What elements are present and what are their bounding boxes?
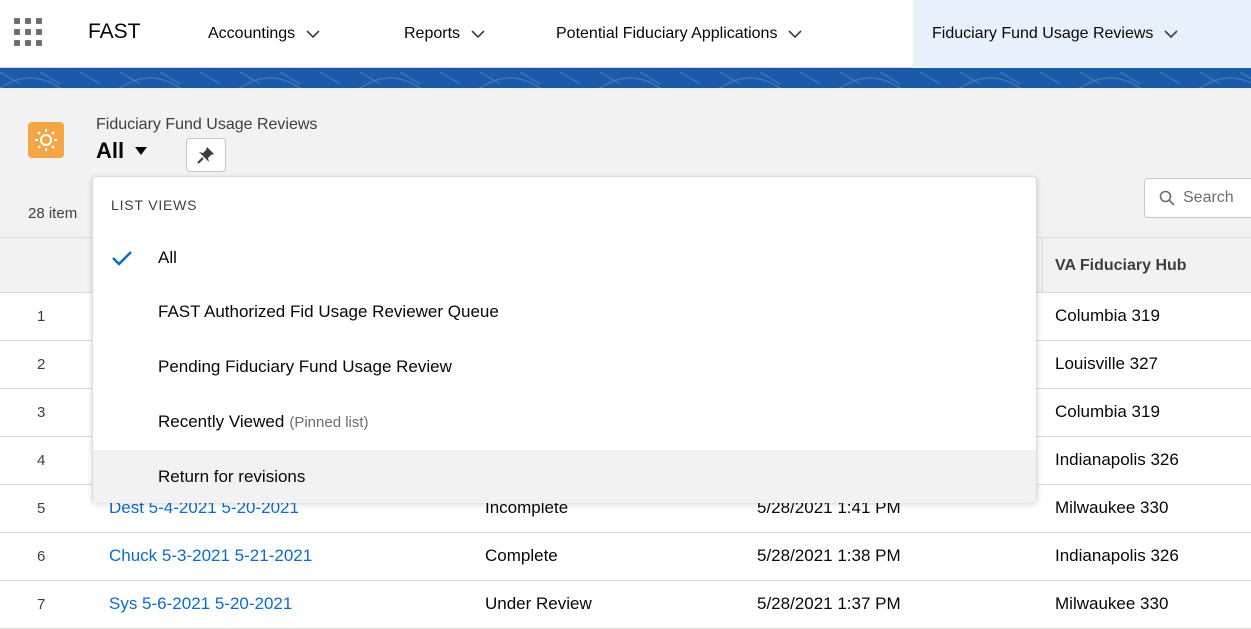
pinned-list-note: (Pinned list) bbox=[289, 413, 369, 431]
option-label-wrap: Recently Viewed (Pinned list) bbox=[158, 412, 369, 432]
option-label: Recently Viewed bbox=[158, 411, 285, 431]
chevron-down-icon[interactable] bbox=[305, 26, 321, 42]
option-label: Return for revisions bbox=[158, 466, 306, 486]
nav-item-potential-fiduciary-applications[interactable]: Potential Fiduciary Applications bbox=[556, 0, 803, 68]
list-view-option-recently-viewed[interactable]: Recently Viewed (Pinned list) bbox=[93, 395, 1036, 448]
record-name-link[interactable]: Sys 5-6-2021 5-20-2021 bbox=[109, 594, 292, 614]
search-placeholder: Search bbox=[1183, 189, 1234, 206]
global-navigation: FAST Accountings Reports Potential Fiduc… bbox=[0, 0, 1251, 68]
record-name-link[interactable]: Chuck 5-3-2021 5-21-2021 bbox=[109, 546, 312, 566]
nav-item-reports[interactable]: Reports bbox=[404, 0, 486, 68]
chevron-down-icon[interactable] bbox=[1163, 26, 1179, 42]
pin-list-button[interactable] bbox=[186, 138, 226, 172]
hub-cell: Columbia 319 bbox=[1055, 402, 1160, 421]
dropdown-heading: LIST VIEWS bbox=[111, 197, 198, 213]
nav-item-label: Potential Fiduciary Applications bbox=[556, 25, 778, 42]
hub-cell: Milwaukee 330 bbox=[1055, 594, 1169, 613]
list-view-option-pending-review[interactable]: Pending Fiduciary Fund Usage Review bbox=[93, 340, 1036, 393]
row-number: 3 bbox=[37, 404, 46, 421]
hub-cell: Milwaukee 330 bbox=[1055, 498, 1169, 517]
status-cell: Under Review bbox=[485, 594, 592, 613]
row-number: 2 bbox=[37, 356, 46, 373]
row-number: 6 bbox=[37, 548, 46, 565]
option-label: FAST Authorized Fid Usage Reviewer Queue bbox=[158, 301, 499, 321]
app-launcher-icon[interactable] bbox=[14, 18, 44, 48]
list-views-dropdown: LIST VIEWS All FAST Authorized Fid Usage… bbox=[92, 176, 1037, 503]
option-label: All bbox=[158, 247, 177, 267]
search-icon bbox=[1159, 190, 1175, 206]
chevron-down-icon[interactable] bbox=[470, 26, 486, 42]
item-count: 28 item bbox=[28, 205, 78, 222]
chevron-down-icon[interactable] bbox=[787, 26, 803, 42]
view-name-label: All bbox=[96, 138, 125, 163]
date-cell: 5/28/2021 1:38 PM bbox=[757, 546, 901, 565]
list-view-selector[interactable]: All bbox=[96, 138, 148, 164]
checkmark-icon bbox=[112, 251, 132, 266]
list-view-option-return-for-revisions[interactable]: Return for revisions bbox=[93, 450, 1036, 503]
nav-item-fiduciary-fund-usage-reviews[interactable]: Fiduciary Fund Usage Reviews bbox=[913, 0, 1251, 68]
nav-item-accountings[interactable]: Accountings bbox=[208, 0, 321, 68]
table-row: 6 Chuck 5-3-2021 5-21-2021 Complete 5/28… bbox=[0, 533, 1251, 581]
row-number: 4 bbox=[37, 452, 46, 469]
search-input[interactable]: Search bbox=[1144, 178, 1251, 218]
nav-item-label: Accountings bbox=[208, 25, 296, 42]
hub-cell: Indianapolis 326 bbox=[1055, 450, 1179, 469]
object-label: Fiduciary Fund Usage Reviews bbox=[96, 116, 318, 133]
list-view-option-all[interactable]: All bbox=[93, 231, 1036, 284]
row-number: 5 bbox=[37, 500, 46, 517]
banner-pattern-icon bbox=[0, 71, 1251, 88]
hub-cell: Indianapolis 326 bbox=[1055, 546, 1179, 565]
caret-down-icon[interactable] bbox=[134, 144, 148, 158]
option-label: Pending Fiduciary Fund Usage Review bbox=[158, 356, 452, 376]
row-number: 7 bbox=[37, 596, 46, 613]
row-number: 1 bbox=[37, 308, 46, 325]
branding-banner bbox=[0, 68, 1251, 88]
hub-cell: Louisville 327 bbox=[1055, 354, 1159, 373]
nav-item-label: Reports bbox=[404, 25, 461, 42]
gear-sun-icon bbox=[28, 122, 64, 158]
pin-icon bbox=[197, 147, 214, 164]
list-view-option-fast-authorized-queue[interactable]: FAST Authorized Fid Usage Reviewer Queue bbox=[93, 285, 1036, 338]
hub-cell: Columbia 319 bbox=[1055, 306, 1160, 325]
column-header-label: VA Fiduciary Hub bbox=[1055, 256, 1187, 274]
nav-item-label: Fiduciary Fund Usage Reviews bbox=[932, 25, 1154, 42]
date-cell: 5/28/2021 1:37 PM bbox=[757, 594, 901, 613]
column-header-va-fiduciary-hub[interactable]: VA Fiduciary Hub bbox=[1042, 238, 1251, 293]
app-name: FAST bbox=[88, 20, 141, 43]
status-cell: Complete bbox=[485, 546, 558, 565]
